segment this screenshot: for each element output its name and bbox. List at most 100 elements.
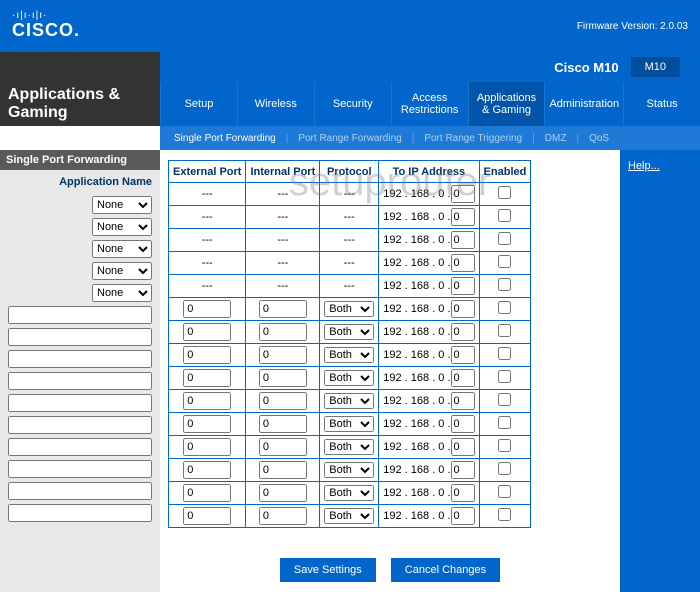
internal-port-input[interactable]: [259, 484, 307, 502]
enable-checkbox[interactable]: [498, 186, 511, 199]
tab-setup[interactable]: Setup: [160, 82, 237, 126]
external-port-input[interactable]: [183, 484, 231, 502]
app-name-input[interactable]: [8, 482, 152, 500]
internal-port-input[interactable]: [259, 392, 307, 410]
enable-checkbox[interactable]: [498, 232, 511, 245]
internal-port-input[interactable]: [259, 415, 307, 433]
fixed-cell: ---: [320, 206, 379, 229]
enable-checkbox[interactable]: [498, 370, 511, 383]
ip-last-octet-input[interactable]: [451, 461, 475, 479]
save-button[interactable]: Save Settings: [280, 558, 376, 582]
ip-last-octet-input[interactable]: [451, 254, 475, 272]
ip-last-octet-input[interactable]: [451, 392, 475, 410]
internal-port-input[interactable]: [259, 369, 307, 387]
internal-port-input[interactable]: [259, 346, 307, 364]
enable-checkbox[interactable]: [498, 416, 511, 429]
external-port-input[interactable]: [183, 323, 231, 341]
table-row: Both192 . 168 . 0 .: [169, 390, 531, 413]
subnav-separator: |: [576, 133, 579, 144]
fixed-cell: ---: [169, 183, 246, 206]
tab-access-restrictions[interactable]: Access Restrictions: [391, 82, 468, 126]
ip-last-octet-input[interactable]: [451, 185, 475, 203]
fixed-cell: ---: [169, 252, 246, 275]
tab-administration[interactable]: Administration: [544, 82, 623, 126]
tab-security[interactable]: Security: [314, 82, 391, 126]
external-port-input[interactable]: [183, 346, 231, 364]
external-port-input[interactable]: [183, 369, 231, 387]
protocol-select[interactable]: Both: [324, 439, 374, 455]
enable-checkbox[interactable]: [498, 324, 511, 337]
protocol-select[interactable]: Both: [324, 347, 374, 363]
enable-checkbox[interactable]: [498, 439, 511, 452]
subnav-port-range-forwarding[interactable]: Port Range Forwarding: [292, 133, 407, 144]
ip-last-octet-input[interactable]: [451, 369, 475, 387]
internal-port-input[interactable]: [259, 461, 307, 479]
app-name-input[interactable]: [8, 416, 152, 434]
ip-last-octet-input[interactable]: [451, 484, 475, 502]
external-port-input[interactable]: [183, 300, 231, 318]
internal-port-input[interactable]: [259, 300, 307, 318]
internal-port-input[interactable]: [259, 323, 307, 341]
app-preset-select[interactable]: None: [92, 284, 152, 302]
tab-applications-gaming[interactable]: Applications & Gaming: [468, 82, 545, 126]
help-link[interactable]: Help...: [628, 160, 660, 172]
enable-checkbox[interactable]: [498, 255, 511, 268]
subnav-port-range-triggering[interactable]: Port Range Triggering: [418, 133, 528, 144]
ip-last-octet-input[interactable]: [451, 231, 475, 249]
ip-last-octet-input[interactable]: [451, 346, 475, 364]
internal-port-input[interactable]: [259, 507, 307, 525]
external-port-input[interactable]: [183, 461, 231, 479]
app-preset-select[interactable]: None: [92, 262, 152, 280]
app-preset-select[interactable]: None: [92, 196, 152, 214]
enable-checkbox[interactable]: [498, 508, 511, 521]
ip-last-octet-input[interactable]: [451, 277, 475, 295]
header-bar: ·ı|ı·ı|ı· CISCO. Firmware Version: 2.0.0…: [0, 0, 700, 52]
ip-prefix: 192 . 168 . 0 .: [383, 234, 450, 246]
app-name-input[interactable]: [8, 504, 152, 522]
tab-status[interactable]: Status: [623, 82, 700, 126]
app-name-input[interactable]: [8, 372, 152, 390]
cancel-button[interactable]: Cancel Changes: [391, 558, 500, 582]
protocol-select[interactable]: Both: [324, 416, 374, 432]
internal-port-input[interactable]: [259, 438, 307, 456]
protocol-select[interactable]: Both: [324, 324, 374, 340]
app-name-input[interactable]: [8, 306, 152, 324]
app-name-input[interactable]: [8, 438, 152, 456]
ip-last-octet-input[interactable]: [451, 507, 475, 525]
external-port-input[interactable]: [183, 415, 231, 433]
subnav-qos[interactable]: QoS: [583, 133, 615, 144]
ip-last-octet-input[interactable]: [451, 438, 475, 456]
protocol-select[interactable]: Both: [324, 301, 374, 317]
app-preset-select[interactable]: None: [92, 240, 152, 258]
external-port-input[interactable]: [183, 507, 231, 525]
external-port-input[interactable]: [183, 392, 231, 410]
protocol-select[interactable]: Both: [324, 370, 374, 386]
protocol-select[interactable]: Both: [324, 393, 374, 409]
ip-last-octet-input[interactable]: [451, 300, 475, 318]
app-name-input[interactable]: [8, 328, 152, 346]
ip-last-octet-input[interactable]: [451, 415, 475, 433]
tab-wireless[interactable]: Wireless: [237, 82, 314, 126]
protocol-select[interactable]: Both: [324, 485, 374, 501]
fixed-cell: ---: [320, 275, 379, 298]
forwarding-table: External PortInternal PortProtocolTo IP …: [168, 160, 531, 528]
app-name-input[interactable]: [8, 460, 152, 478]
app-preset-select[interactable]: None: [92, 218, 152, 236]
enable-checkbox[interactable]: [498, 209, 511, 222]
enable-checkbox[interactable]: [498, 347, 511, 360]
enable-checkbox[interactable]: [498, 462, 511, 475]
app-name-input[interactable]: [8, 350, 152, 368]
enable-checkbox[interactable]: [498, 278, 511, 291]
external-port-input[interactable]: [183, 438, 231, 456]
protocol-select[interactable]: Both: [324, 462, 374, 478]
subnav-single-port-forwarding[interactable]: Single Port Forwarding: [168, 133, 282, 144]
app-name-input[interactable]: [8, 394, 152, 412]
model-name: Cisco M10: [554, 60, 618, 75]
ip-last-octet-input[interactable]: [451, 323, 475, 341]
enable-checkbox[interactable]: [498, 301, 511, 314]
subnav-dmz[interactable]: DMZ: [539, 133, 573, 144]
enable-checkbox[interactable]: [498, 485, 511, 498]
enable-checkbox[interactable]: [498, 393, 511, 406]
protocol-select[interactable]: Both: [324, 508, 374, 524]
ip-last-octet-input[interactable]: [451, 208, 475, 226]
